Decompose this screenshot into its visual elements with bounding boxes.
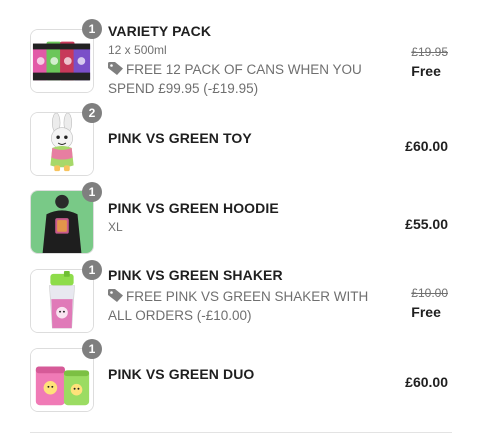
- price-block: £10.00 Free: [411, 285, 448, 321]
- quantity-badge: 2: [82, 103, 102, 123]
- original-price: £19.95: [411, 45, 448, 59]
- product-name: PINK VS GREEN SHAKER: [108, 267, 283, 283]
- item-price: £60.00: [405, 138, 448, 154]
- product-variant: XL: [108, 220, 123, 234]
- price-block: £55.00: [405, 215, 448, 233]
- product-name: PINK VS GREEN DUO: [108, 366, 255, 382]
- discount-label: FREE 12 PACK OF CANS WHEN YOU SPEND £99.…: [108, 62, 362, 96]
- item-details: PINK VS GREEN HOODIE XL: [108, 199, 376, 235]
- item-details: PINK VS GREEN TOY: [108, 129, 376, 147]
- item-price: Free: [411, 304, 441, 320]
- price-block: £19.95 Free: [411, 44, 448, 80]
- item-details: PINK VS GREEN DUO: [108, 365, 376, 383]
- product-name: VARIETY PACK: [108, 23, 212, 39]
- product-name: PINK VS GREEN TOY: [108, 130, 252, 146]
- item-details: PINK VS GREEN SHAKER FREE PINK VS GREEN …: [108, 266, 376, 325]
- item-price: £60.00: [405, 374, 448, 390]
- original-price: £10.00: [411, 286, 448, 300]
- product-name: PINK VS GREEN HOODIE: [108, 200, 279, 216]
- quantity-badge: 1: [82, 339, 102, 359]
- quantity-badge: 1: [82, 260, 102, 280]
- quantity-badge: 1: [82, 19, 102, 39]
- discount-text: FREE PINK VS GREEN SHAKER WITH ALL ORDER…: [108, 287, 376, 325]
- product-variant: 12 x 500ml: [108, 43, 167, 57]
- quantity-badge: 1: [82, 182, 102, 202]
- pink-vs-green-hoodie-image: [30, 190, 94, 254]
- pink-vs-green-toy-image: [30, 112, 94, 176]
- item-price: Free: [411, 63, 441, 79]
- tag-icon: [108, 289, 123, 302]
- pink-vs-green-shaker-image: [30, 269, 94, 333]
- item-price: £55.00: [405, 216, 448, 232]
- discount-label: FREE PINK VS GREEN SHAKER WITH ALL ORDER…: [108, 289, 369, 323]
- price-block: £60.00: [405, 137, 448, 155]
- variety-pack-image: [30, 29, 94, 93]
- pink-vs-green-duo-image: [30, 348, 94, 412]
- price-block: £60.00: [405, 373, 448, 391]
- divider: [30, 432, 452, 433]
- item-details: VARIETY PACK 12 x 500ml FREE 12 PACK OF …: [108, 22, 376, 98]
- tag-icon: [108, 62, 123, 75]
- discount-text: FREE 12 PACK OF CANS WHEN YOU SPEND £99.…: [108, 60, 376, 98]
